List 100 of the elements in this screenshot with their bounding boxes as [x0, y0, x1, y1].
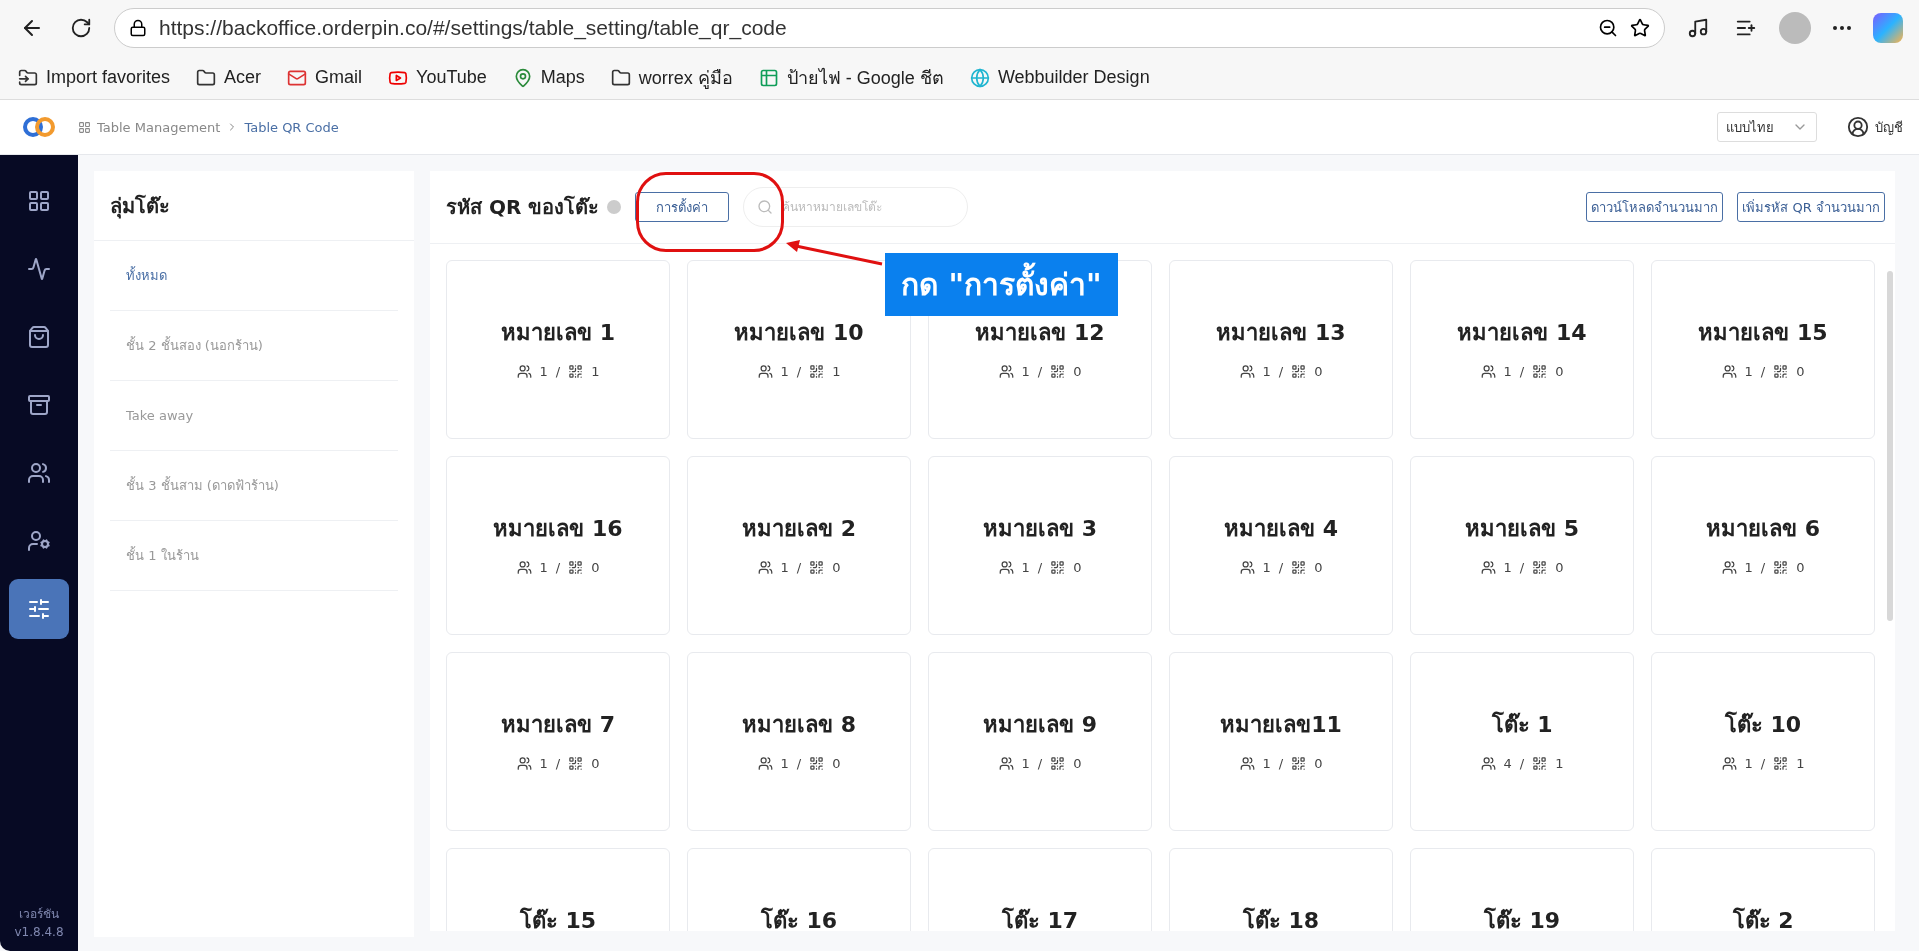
qr-icon	[1532, 560, 1548, 575]
bookmark-link[interactable]: Gmail	[287, 67, 363, 88]
qr-count: 0	[591, 756, 600, 771]
qr-icon	[809, 756, 825, 771]
reload-icon	[70, 17, 92, 39]
nav-button[interactable]	[9, 579, 69, 639]
table-name: หมายเลข 6	[1706, 515, 1820, 543]
table-card[interactable]: หมายเลข 8 1 / 0	[687, 652, 911, 831]
qr-count: 0	[1314, 756, 1323, 771]
table-name: หมายเลข 14	[1457, 319, 1587, 347]
version-text: เวอร์ชัน v1.8.4.8	[14, 906, 64, 941]
star-icon[interactable]	[1630, 18, 1650, 38]
settings-button[interactable]: การตั้งค่า	[635, 192, 730, 222]
qr-count: 0	[591, 560, 600, 575]
guest-count: 1	[1021, 560, 1030, 575]
bookmark-link[interactable]: YouTube	[388, 67, 487, 88]
separator-text: /	[1278, 560, 1284, 575]
bulk-action-button[interactable]: ดาวน์โหลดจำนวนมาก	[1586, 192, 1724, 222]
sliders-icon	[27, 597, 51, 621]
qr-icon	[1050, 560, 1066, 575]
guests-icon	[1721, 560, 1737, 575]
table-name: โต๊ะ 18	[1242, 906, 1320, 931]
qr-count: 0	[1796, 364, 1805, 379]
more-icon	[1833, 26, 1851, 30]
table-card[interactable]: โต๊ะ 15	[446, 848, 670, 931]
separator-text: /	[555, 756, 561, 771]
table-card[interactable]: หมายเลข 16 1 / 0	[446, 456, 670, 635]
qr-count: 1	[1555, 756, 1564, 771]
table-card[interactable]: หมายเลข 2 1 / 0	[687, 456, 911, 635]
assistant-logo[interactable]	[1873, 13, 1903, 43]
table-card[interactable]: โต๊ะ 16	[687, 848, 911, 931]
separator-text: /	[1519, 560, 1525, 575]
bulk-action-button[interactable]: เพิ่มรหัส QR จำนวนมาก	[1737, 192, 1885, 222]
bookmark-link[interactable]: worrex คู่มือ	[610, 63, 733, 92]
table-card[interactable]: หมายเลข11 1 / 0	[1169, 652, 1393, 831]
breadcrumb-link[interactable]: Table Management	[97, 119, 221, 135]
group-item[interactable]: ทั้งหมด	[110, 241, 398, 311]
table-card[interactable]: โต๊ะ 19	[1410, 848, 1634, 931]
table-name: หมายเลข 2	[742, 515, 856, 543]
qr-count: 1	[832, 364, 841, 379]
activity-icon	[27, 257, 51, 281]
table-name: โต๊ะ 17	[1001, 906, 1079, 931]
users-icon	[27, 461, 51, 485]
guest-count: 1	[1744, 560, 1753, 575]
separator-text: /	[1519, 756, 1525, 771]
bookmark-link[interactable]: Import favorites	[18, 67, 171, 88]
table-name: หมายเลข 12	[975, 319, 1105, 347]
separator-text: /	[1760, 560, 1766, 575]
bookmark-link[interactable]: ป้ายไฟ - Google ชีต	[758, 63, 944, 92]
table-card[interactable]: หมายเลข 13 1 / 0	[1169, 260, 1393, 439]
qr-count: 1	[1796, 756, 1805, 771]
table-name: หมายเลข 8	[742, 711, 856, 739]
table-card[interactable]: โต๊ะ 1 4 / 1	[1410, 652, 1634, 831]
user-settings-icon	[27, 529, 51, 553]
zoom-out-icon[interactable]	[1598, 18, 1618, 38]
bookmark-icon	[969, 67, 990, 88]
table-card[interactable]: หมายเลข 15 1 / 0	[1651, 260, 1875, 439]
bookmark-link[interactable]: Maps	[512, 67, 585, 88]
guests-icon	[516, 756, 532, 771]
qr-icon	[1773, 756, 1789, 771]
table-name: หมายเลข 13	[1216, 319, 1346, 347]
qr-count: 0	[1796, 560, 1805, 575]
guests-icon	[1239, 560, 1255, 575]
table-card[interactable]: หมายเลข 6 1 / 0	[1651, 456, 1875, 635]
guests-icon	[998, 364, 1014, 379]
table-card[interactable]: หมายเลข 4 1 / 0	[1169, 456, 1393, 635]
table-card[interactable]: โต๊ะ 2	[1651, 848, 1875, 931]
guest-count: 4	[1503, 756, 1512, 771]
bookmark-link[interactable]: Webbuilder Design	[969, 67, 1150, 88]
qr-icon	[809, 560, 825, 575]
bookmark-link[interactable]: Acer	[196, 67, 262, 88]
guest-count: 1	[780, 560, 789, 575]
table-card[interactable]: หมายเลข 1 1 / 1	[446, 260, 670, 439]
separator-text: /	[796, 560, 802, 575]
guests-icon	[757, 756, 773, 771]
address-bar[interactable]: https://backoffice.orderpin.co/#/settings/table_setting/table_qr_code	[114, 8, 1665, 48]
bookmark-icon	[758, 67, 779, 88]
language-select[interactable]: แบบไทย	[1717, 112, 1817, 142]
url-text: https://backoffice.orderpin.co/#/settings/table_setting/table_qr_code	[159, 16, 788, 40]
table-card[interactable]: โต๊ะ 17	[928, 848, 1152, 931]
table-name: หมายเลข 4	[1224, 515, 1338, 543]
guests-icon	[1721, 756, 1737, 771]
table-card[interactable]: หมายเลข 14 1 / 0	[1410, 260, 1634, 439]
table-card[interactable]: หมายเลข 3 1 / 0	[928, 456, 1152, 635]
breadcrumb-link[interactable]: Table QR Code	[244, 119, 339, 135]
search-field[interactable]: ค้นหาหมายเลขโต๊ะ	[743, 187, 969, 227]
qr-icon	[568, 364, 584, 379]
guest-count: 1	[539, 560, 548, 575]
account-button[interactable]: บัญชี	[1847, 116, 1903, 138]
guest-count: 1	[1503, 560, 1512, 575]
table-card[interactable]: โต๊ะ 18	[1169, 848, 1393, 931]
qr-icon	[809, 364, 825, 379]
table-card[interactable]: หมายเลข 9 1 / 0	[928, 652, 1152, 831]
separator-text: /	[1278, 756, 1284, 771]
qr-icon	[1050, 364, 1066, 379]
table-card[interactable]: หมายเลข 7 1 / 0	[446, 652, 670, 831]
table-card[interactable]: หมายเลข 5 1 / 0	[1410, 456, 1634, 635]
qr-icon	[1773, 560, 1789, 575]
qr-icon	[1773, 364, 1789, 379]
table-card[interactable]: โต๊ะ 10 1 / 1	[1651, 652, 1875, 831]
